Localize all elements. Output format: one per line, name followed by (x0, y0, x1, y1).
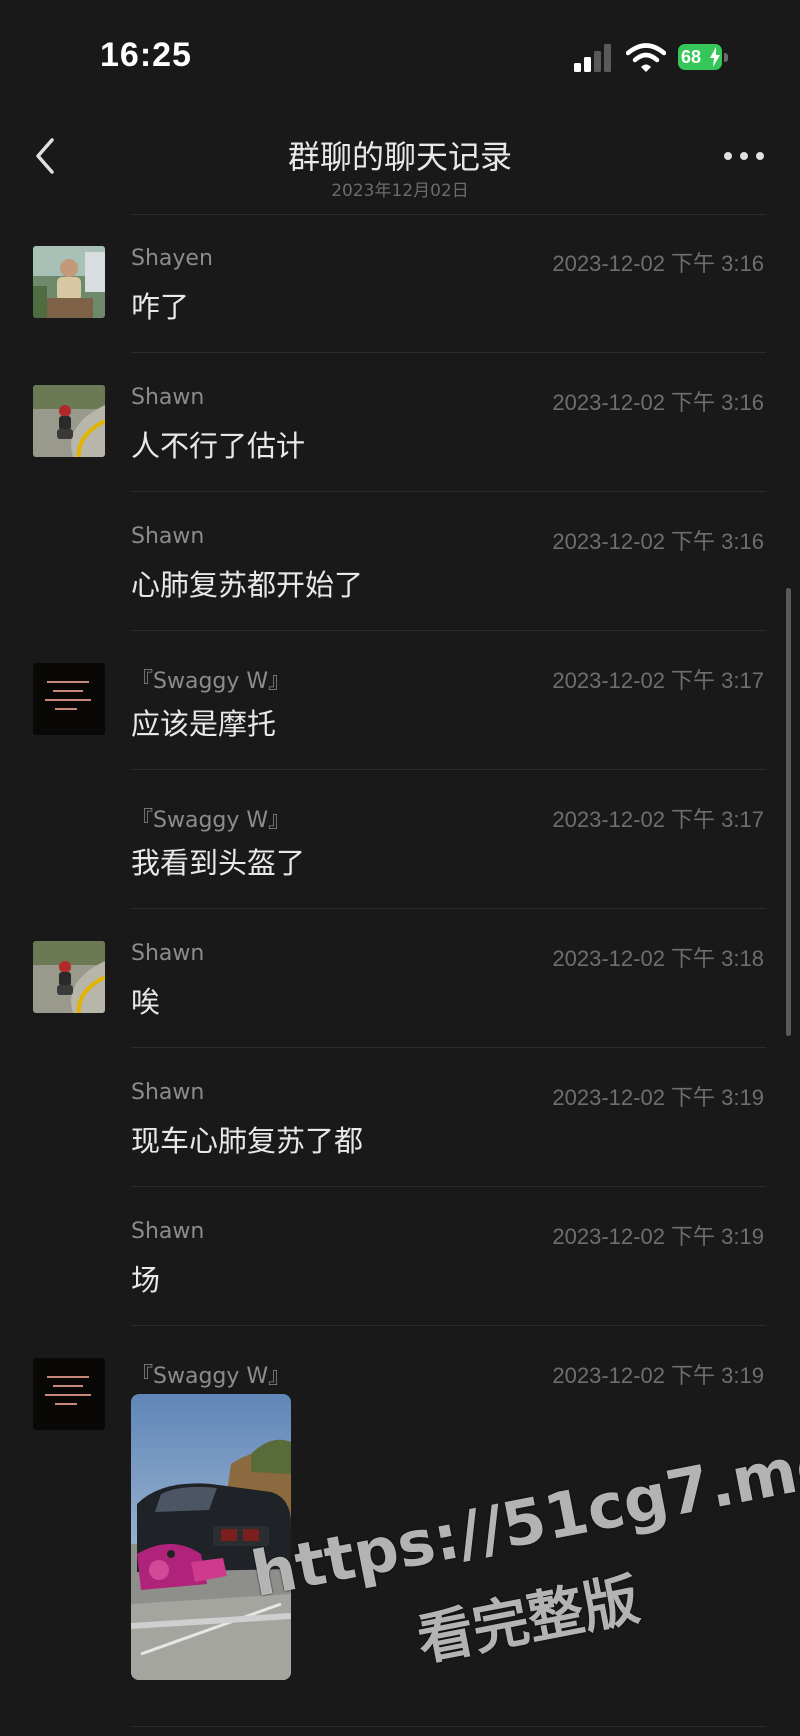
message-text: 场 (131, 1263, 161, 1297)
status-bar: 16:25 68 (0, 0, 800, 110)
sender-name: Shawn (131, 1080, 205, 1105)
signal-icon (574, 44, 611, 72)
sender-name: Shawn (131, 385, 205, 410)
charging-bolt-icon (710, 47, 720, 67)
message-text: 应该是摩托 (131, 707, 277, 741)
list-item[interactable]: Shayen 2023-12-02 下午 3:16 咋了 (0, 214, 800, 353)
message-text: 唉 (131, 985, 161, 1019)
message-text: 咋了 (131, 290, 190, 324)
list-item[interactable]: Shawn 2023-12-02 下午 3:19 现车心肺复苏了都 (0, 1048, 800, 1187)
message-time: 2023-12-02 下午 3:16 (552, 529, 764, 554)
message-time: 2023-12-02 下午 3:17 (552, 668, 764, 693)
message-time: 2023-12-02 下午 3:17 (552, 807, 764, 832)
nav-bar: 群聊的聊天记录 2023年12月02日 (0, 110, 800, 210)
avatar[interactable] (33, 385, 105, 457)
message-time: 2023-12-02 下午 3:16 (552, 390, 764, 415)
list-item[interactable]: Shawn 2023-12-02 下午 3:16 心肺复苏都开始了 (0, 492, 800, 631)
list-item[interactable]: 『Swaggy W』 2023-12-02 下午 3:17 我看到头盔了 (0, 770, 800, 909)
status-time: 16:25 (100, 36, 192, 74)
sender-name: 『Swaggy W』 (131, 1364, 291, 1389)
message-time: 2023-12-02 下午 3:19 (552, 1363, 764, 1388)
motorcycle-road-photo (33, 385, 105, 457)
list-item[interactable]: 『Swaggy W』 2023-12-02 下午 3:17 应该是摩托 (0, 631, 800, 770)
message-text: 我看到头盔了 (131, 846, 306, 880)
battery-tip (724, 53, 728, 62)
avatar[interactable] (33, 663, 105, 735)
page-subtitle-date: 2023年12月02日 (331, 181, 469, 201)
sender-name: 『Swaggy W』 (131, 808, 291, 833)
list-item[interactable]: Shawn 2023-12-02 下午 3:19 场 (0, 1187, 800, 1326)
dark-text-photo (33, 663, 105, 735)
page-title: 群聊的聊天记录 (287, 138, 512, 176)
sender-name: Shawn (131, 1219, 205, 1244)
more-icon[interactable] (720, 146, 768, 166)
scrollbar[interactable] (786, 588, 791, 1036)
dark-text-photo (33, 1358, 105, 1430)
message-time: 2023-12-02 下午 3:19 (552, 1224, 764, 1249)
list-item[interactable]: Shawn 2023-12-02 下午 3:18 唉 (0, 909, 800, 1048)
man-sitting-photo (33, 246, 105, 318)
motorcycle-road-photo (33, 941, 105, 1013)
message-text: 人不行了估计 (131, 429, 306, 463)
divider (131, 1726, 766, 1727)
battery-icon: 68 (678, 44, 730, 72)
avatar[interactable] (33, 941, 105, 1013)
sender-name: Shawn (131, 941, 205, 966)
message-text: 心肺复苏都开始了 (131, 568, 364, 602)
list-item[interactable]: Shawn 2023-12-02 下午 3:16 人不行了估计 (0, 353, 800, 492)
avatar[interactable] (33, 246, 105, 318)
avatar[interactable] (33, 1358, 105, 1430)
sender-name: Shawn (131, 524, 205, 549)
wifi-icon (626, 43, 666, 72)
message-time: 2023-12-02 下午 3:18 (552, 946, 764, 971)
sender-name: 『Swaggy W』 (131, 669, 291, 694)
message-time: 2023-12-02 下午 3:16 (552, 251, 764, 276)
message-text: 现车心肺复苏了都 (131, 1124, 364, 1158)
message-time: 2023-12-02 下午 3:19 (552, 1085, 764, 1110)
sender-name: Shayen (131, 246, 213, 271)
